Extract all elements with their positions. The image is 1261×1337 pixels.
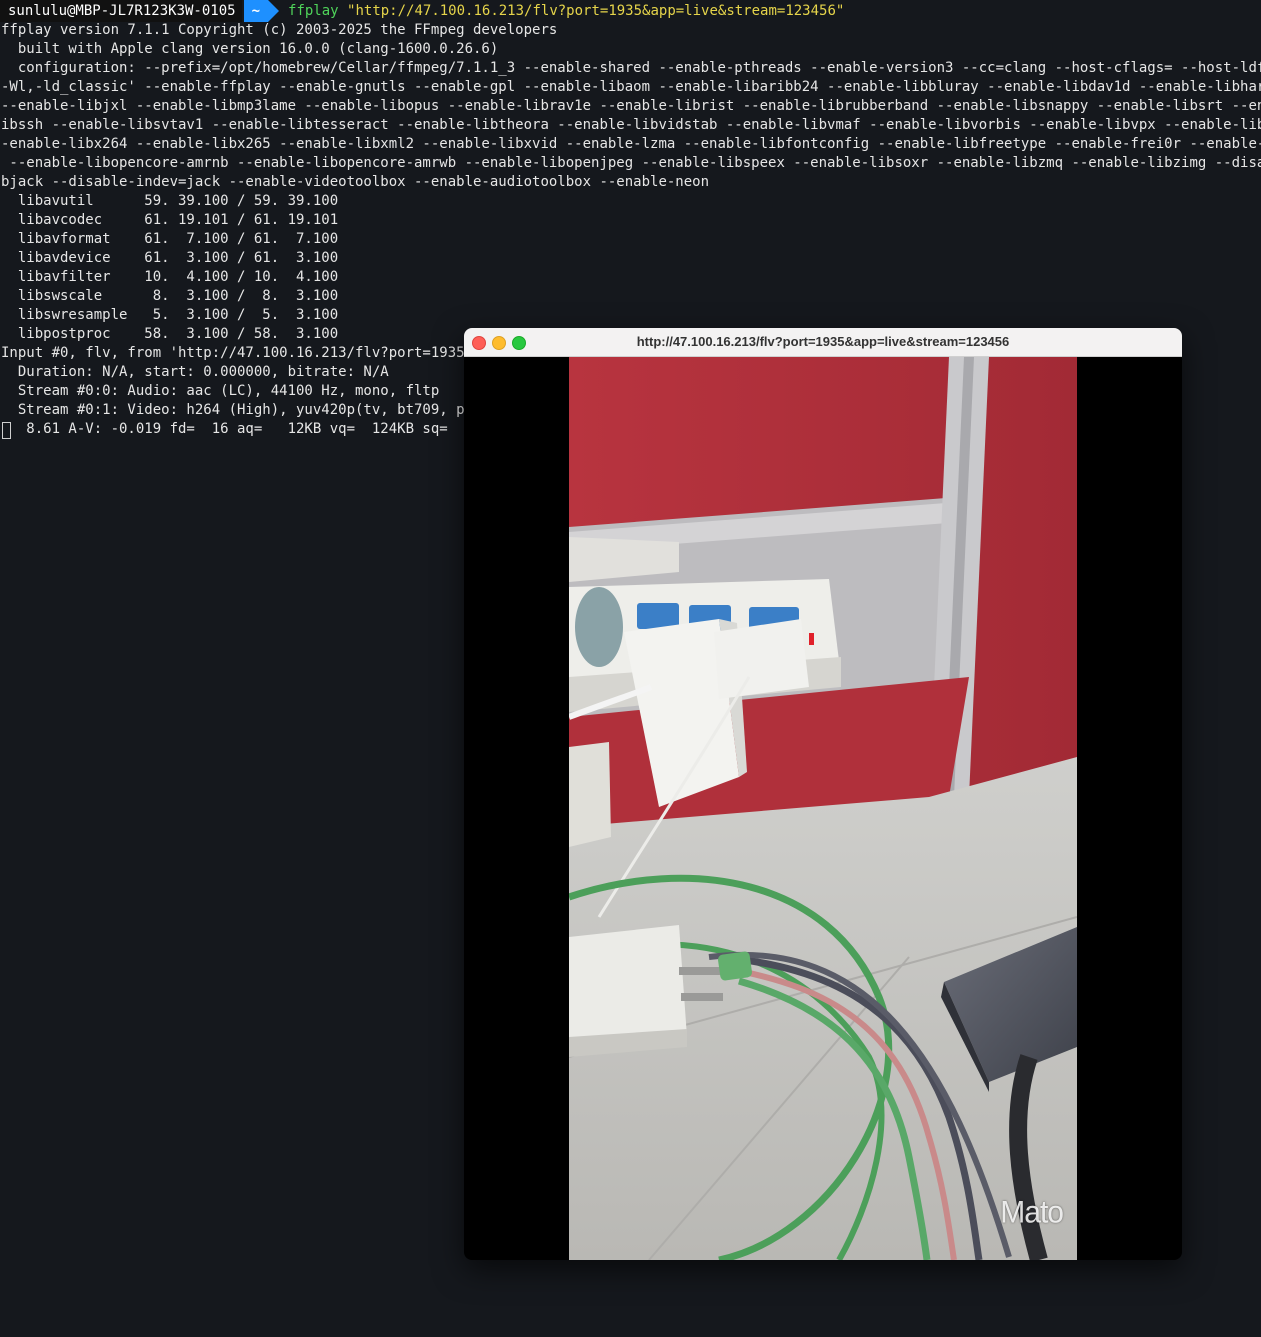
terminal-line: Stream #0:0: Audio: aac (LC), 44100 Hz, … (1, 383, 440, 399)
terminal-line: libavutil 59. 39.100 / 59. 39.100 (1, 193, 339, 209)
terminal-line: bjack --disable-indev=jack --enable-vide… (1, 174, 710, 190)
terminal-line: --enable-libjxl --enable-libmp3lame --en… (1, 98, 1261, 114)
terminal-line: Stream #0:1: Video: h264 (High), yuv420p… (1, 402, 490, 418)
command-argument: "http://47.100.16.213/flv?port=1935&app=… (347, 2, 845, 19)
video-frame[interactable]: Mato (569, 357, 1077, 1260)
terminal-line: --enable-libopencore-amrnb --enable-libo… (1, 155, 1261, 171)
terminal-line: libavcodec 61. 19.101 / 61. 19.101 (1, 212, 339, 228)
terminal-line: ffplay version 7.1.1 Copyright (c) 2003-… (1, 22, 558, 38)
terminal-line: libavfilter 10. 4.100 / 10. 4.100 (1, 269, 339, 285)
window-titlebar[interactable]: http://47.100.16.213/flv?port=1935&app=l… (464, 328, 1182, 357)
terminal-line: libswresample 5. 3.100 / 5. 3.100 (1, 307, 339, 323)
video-scene (569, 357, 1077, 1260)
window-title: http://47.100.16.213/flv?port=1935&app=l… (636, 334, 1010, 349)
prompt-user-host: sunlulu@MBP-JL7R123K3W-0105 (0, 0, 242, 22)
video-watermark: Mato (1000, 1195, 1064, 1230)
terminal-line: built with Apple clang version 16.0.0 (c… (1, 41, 499, 57)
terminal-line: libavdevice 61. 3.100 / 61. 3.100 (1, 250, 339, 266)
terminal-line: ibssh --enable-libsvtav1 --enable-libtes… (1, 117, 1261, 133)
terminal-line: libswscale 8. 3.100 / 8. 3.100 (1, 288, 339, 304)
shell-prompt: sunlulu@MBP-JL7R123K3W-0105 ~ ffplay "ht… (0, 0, 844, 22)
terminal-cursor (2, 422, 11, 439)
terminal-line: Duration: N/A, start: 0.000000, bitrate:… (1, 364, 389, 380)
prompt-cwd: ~ (243, 0, 280, 22)
terminal-line: -enable-libx264 --enable-libx265 --enabl… (1, 136, 1261, 152)
terminal-line: Input #0, flv, from 'http://47.100.16.21… (1, 345, 490, 361)
terminal-status-line: 8.61 A-V: -0.019 fd= 16 aq= 12KB vq= 124… (1, 421, 490, 437)
ffplay-window[interactable]: http://47.100.16.213/flv?port=1935&app=l… (464, 328, 1182, 1260)
terminal-line: libpostproc 58. 3.100 / 58. 3.100 (1, 326, 339, 342)
terminal-line: -Wl,-ld_classic' --enable-ffplay --enabl… (1, 79, 1261, 95)
terminal-line: libavformat 61. 7.100 / 61. 7.100 (1, 231, 339, 247)
prompt-command: ffplay "http://47.100.16.213/flv?port=19… (288, 2, 844, 21)
terminal-line: configuration: --prefix=/opt/homebrew/Ce… (1, 60, 1261, 76)
command-name: ffplay (288, 2, 339, 19)
